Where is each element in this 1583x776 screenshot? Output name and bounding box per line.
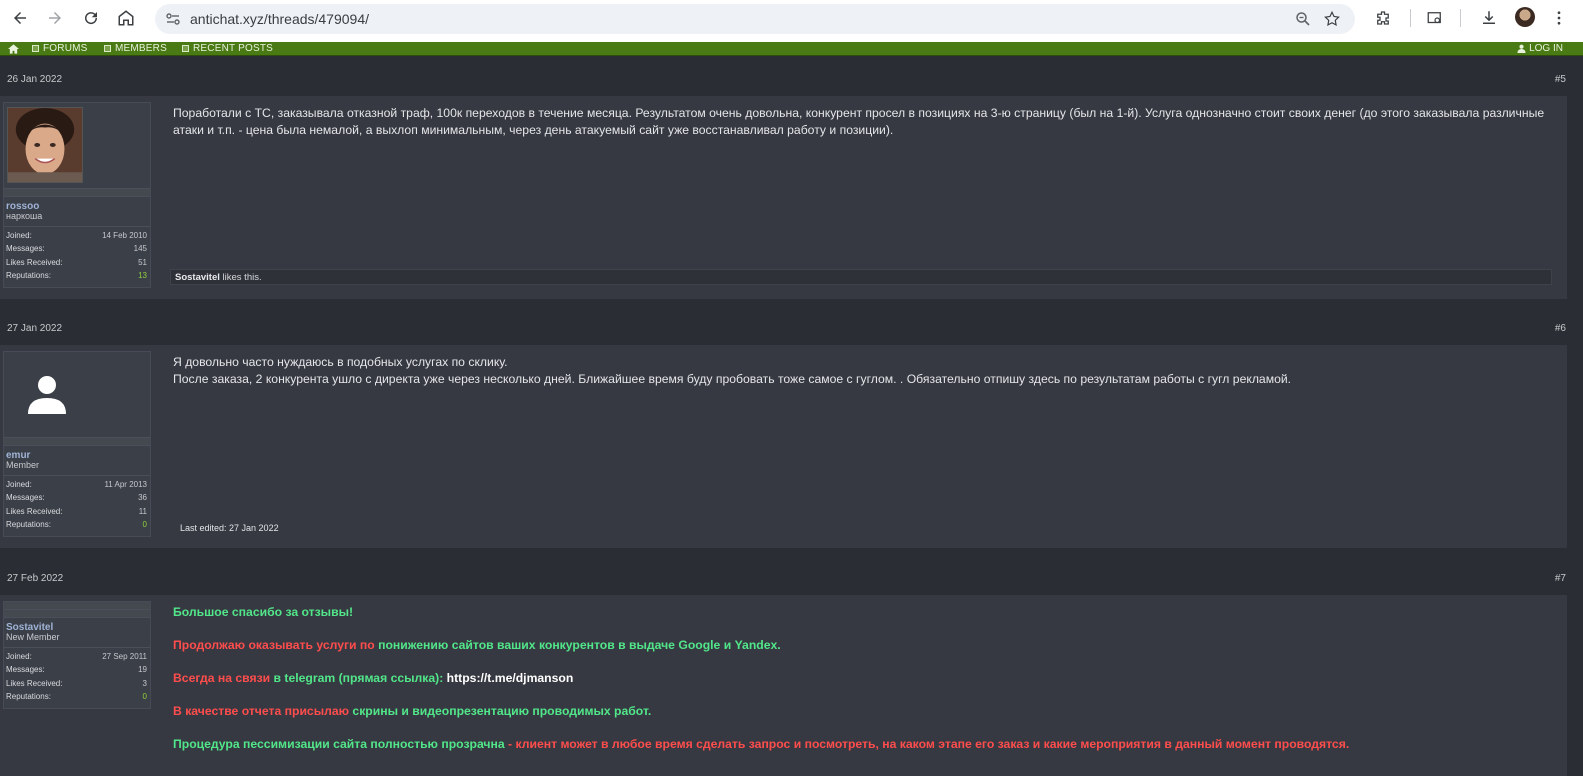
site-navigation: FORUMS MEMBERS RECENT POSTS LOG IN [0,42,1583,56]
url-text[interactable]: antichat.xyz/threads/479094/ [190,11,369,27]
tab-search-icon [1427,12,1441,24]
user-panel: rossoo наркоша Joined: 14 Feb 2010 Messag… [3,102,151,288]
stat-messages: Messages: 36 [6,493,147,503]
address-bar[interactable]: antichat.xyz/threads/479094/ [155,4,1355,34]
stat-likes: Likes Received: 51 [6,257,147,267]
post-message: Поработали с ТС, заказывала отказной тра… [173,106,1545,137]
user-title: Member [6,460,40,470]
square-icon [104,45,111,52]
user-avatar[interactable] [7,107,83,183]
message-paragraph: Большое спасибо за отзывы! [173,605,354,619]
forward-arrow-icon [49,12,61,24]
reload-icon [85,12,98,25]
puzzle-icon [1377,11,1389,25]
message-paragraph: Продолжаю оказывать услуги по понижению … [173,638,781,652]
post-header: 27 Feb 2022 #7 [0,557,1583,587]
message-paragraph: Всегда на связи в telegram (прямая ссылк… [173,671,574,685]
browser-toolbar: antichat.xyz/threads/479094/ [0,0,1583,42]
stat-reputations: Reputations: 13 [6,271,147,281]
post-permalink[interactable]: #6 [1555,323,1566,334]
profile-avatar[interactable] [1515,7,1535,27]
nav-recent-posts[interactable]: RECENT POSTS [182,43,273,54]
post-message: Большое спасибо за отзывы! Продолжаю ока… [173,604,1553,753]
user-strip [4,189,150,197]
liker-link[interactable]: Sostavitel [175,272,220,283]
message-line: Я довольно часто нуждаюсь в подобных усл… [173,355,508,369]
post: emur Member Joined: 11 Apr 2013 Messages:… [0,345,1567,548]
user-info: Sostavitel New Member [4,618,150,648]
menu-button[interactable] [1548,7,1570,29]
bookmark-star-icon[interactable] [1323,10,1341,28]
likes-summary: Sostavitel likes this. [170,269,1552,285]
user-panel: emur Member Joined: 11 Apr 2013 Messages:… [3,351,151,537]
stat-joined: Joined: 14 Feb 2010 [6,231,147,240]
home-icon [118,10,134,26]
default-avatar-icon[interactable] [26,372,68,414]
nav-members[interactable]: MEMBERS [104,43,167,54]
extensions-button[interactable] [1372,7,1394,29]
user-stats: Joined: 27 Sep 2011 Messages: 19 Likes Rec… [4,648,150,708]
user-photo-icon [8,108,82,182]
user-strip [4,602,150,610]
reload-button[interactable] [80,7,102,29]
post-permalink[interactable]: #7 [1555,573,1566,584]
back-button[interactable] [9,7,31,29]
post-date: 27 Jan 2022 [7,323,63,334]
stat-messages: Messages: 145 [6,244,147,254]
home-button[interactable] [115,7,137,29]
stat-reputations: Reputations: 0 [6,692,147,702]
square-icon [182,45,189,52]
stat-joined: Joined: 27 Sep 2011 [6,652,147,661]
avatar-area [4,352,150,438]
stat-likes: Likes Received: 3 [6,678,147,688]
user-icon [1517,44,1526,53]
back-arrow-icon [14,12,26,24]
user-stats: Joined: 11 Apr 2013 Messages: 36 Likes Rec… [4,476,150,536]
site-info-icon[interactable] [165,11,181,27]
message-paragraph: В качестве отчета присылаю скрины и виде… [173,704,652,718]
message-paragraph: Процедура пессимизации сайта полностью п… [173,737,1350,751]
post: Sostavitel New Member Joined: 27 Sep 2011… [0,595,1567,776]
nav-forums[interactable]: FORUMS [32,43,88,54]
telegram-link[interactable]: https://t.me/djmanson [447,671,574,685]
post-message: Я довольно часто нуждаюсь в подобных усл… [173,354,1553,387]
stat-messages: Messages: 19 [6,665,147,675]
last-edited: Last edited: 27 Jan 2022 [180,523,279,533]
user-panel: Sostavitel New Member Joined: 27 Sep 2011… [3,601,151,709]
download-icon [1483,11,1495,24]
post-header: 27 Jan 2022 #6 [0,307,1583,337]
square-icon [32,45,39,52]
reading-list-button[interactable] [1424,7,1446,29]
stat-joined: Joined: 11 Apr 2013 [6,480,147,489]
avatar-area [4,103,150,189]
more-vert-icon [1557,11,1561,25]
zoom-icon[interactable] [1295,11,1311,27]
user-strip [4,438,150,446]
user-title: наркоша [6,211,43,221]
message-line: После заказа, 2 конкурента ушло с директ… [173,371,1292,386]
user-title: New Member [6,632,60,642]
post-permalink[interactable]: #5 [1555,74,1566,85]
home-icon[interactable] [8,44,19,54]
user-info: emur Member [4,446,150,476]
post-header: 26 Jan 2022 #5 [0,58,1583,88]
post-date: 26 Jan 2022 [7,74,63,85]
post-date: 27 Feb 2022 [7,573,64,584]
user-strip [4,610,150,618]
user-info: rossoo наркоша [4,197,150,227]
downloads-button[interactable] [1478,7,1500,29]
toolbar-divider [1410,9,1411,27]
stat-reputations: Reputations: 0 [6,520,147,530]
post: rossoo наркоша Joined: 14 Feb 2010 Messag… [0,96,1567,299]
login-link[interactable]: LOG IN [1517,43,1563,54]
toolbar-divider [1460,9,1461,27]
user-stats: Joined: 14 Feb 2010 Messages: 145 Likes Re… [4,227,150,287]
stat-likes: Likes Received: 11 [6,506,147,516]
forward-button[interactable] [44,7,66,29]
